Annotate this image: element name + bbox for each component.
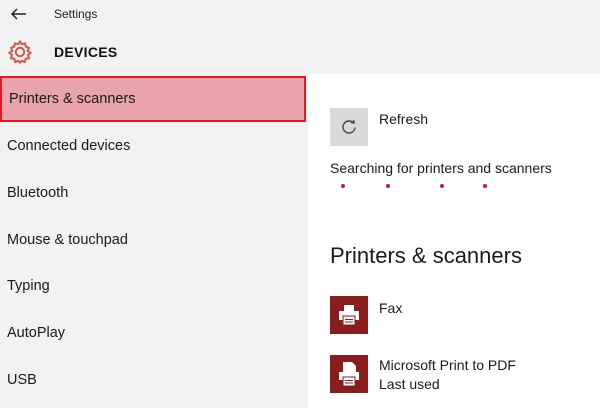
sidebar-item-connected-devices[interactable]: Connected devices bbox=[0, 123, 306, 169]
sidebar: Printers & scanners Connected devices Bl… bbox=[0, 74, 308, 408]
sidebar-item-label: Typing bbox=[7, 278, 50, 294]
section-title: Printers & scanners bbox=[330, 243, 522, 268]
searching-status-text: Searching for printers and scanners bbox=[330, 160, 552, 176]
progress-dot bbox=[386, 184, 390, 188]
refresh-button[interactable] bbox=[330, 108, 368, 146]
sidebar-item-bluetooth[interactable]: Bluetooth bbox=[0, 170, 306, 216]
sidebar-item-label: USB bbox=[7, 372, 37, 388]
page-title: DEVICES bbox=[54, 44, 118, 60]
device-name[interactable]: Fax bbox=[379, 300, 402, 316]
sidebar-item-mouse-touchpad[interactable]: Mouse & touchpad bbox=[0, 217, 306, 263]
sidebar-item-label: Printers & scanners bbox=[9, 91, 136, 107]
page-header: DEVICES bbox=[0, 30, 600, 74]
back-button[interactable] bbox=[8, 4, 30, 24]
fax-device-tile[interactable] bbox=[330, 296, 368, 334]
progress-dot bbox=[483, 184, 487, 188]
refresh-icon bbox=[342, 119, 356, 134]
progress-dot bbox=[440, 184, 444, 188]
refresh-label[interactable]: Refresh bbox=[379, 111, 428, 127]
sidebar-item-usb[interactable]: USB bbox=[0, 357, 306, 403]
device-name[interactable]: Microsoft Print to PDF bbox=[379, 357, 516, 373]
sidebar-item-label: Connected devices bbox=[7, 138, 131, 154]
main-content: Refresh Searching for printers and scann… bbox=[308, 74, 600, 408]
title-bar: Settings bbox=[0, 0, 600, 30]
device-status: Last used bbox=[379, 376, 440, 392]
sidebar-item-autoplay[interactable]: AutoPlay bbox=[0, 310, 306, 356]
back-arrow-icon bbox=[11, 8, 26, 20]
sidebar-item-label: Bluetooth bbox=[7, 185, 69, 201]
progress-dot bbox=[341, 184, 345, 188]
window-title: Settings bbox=[54, 7, 98, 21]
sidebar-item-label: AutoPlay bbox=[7, 325, 66, 341]
pdf-printer-device-tile[interactable] bbox=[330, 355, 368, 393]
pdf-printer-icon bbox=[339, 362, 359, 387]
sidebar-item-typing[interactable]: Typing bbox=[0, 263, 306, 309]
sidebar-item-label: Mouse & touchpad bbox=[7, 232, 128, 248]
gear-icon bbox=[7, 39, 33, 65]
fax-icon bbox=[339, 305, 359, 326]
sidebar-item-printers-scanners[interactable]: Printers & scanners bbox=[0, 76, 306, 122]
